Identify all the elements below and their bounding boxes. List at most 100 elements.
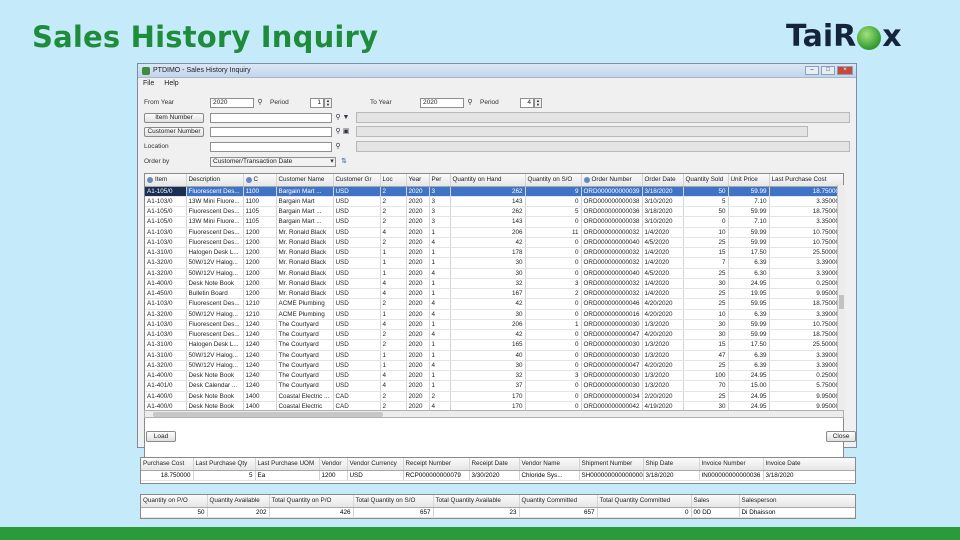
col-header[interactable]: Vendor Currency [347, 458, 404, 471]
col-header[interactable]: Invoice Date [763, 458, 855, 471]
col-header[interactable]: Quantity Available [207, 495, 270, 508]
table-cell[interactable]: 2 [380, 391, 407, 402]
totals-grid[interactable]: Quantity on P/O Quantity Available Total Q… [140, 494, 856, 519]
table-cell[interactable]: USD [333, 288, 381, 300]
table-cell[interactable]: 2020 [406, 216, 430, 228]
table-cell[interactable]: ORD000000000036 [581, 206, 643, 218]
table-cell[interactable]: USD [333, 350, 381, 361]
table-cell[interactable]: A1-105/0 [145, 216, 187, 228]
table-cell[interactable]: 10.750000 [769, 237, 843, 249]
table-cell[interactable]: 4 [380, 288, 407, 300]
table-cell[interactable]: 3/18/2020 [763, 470, 855, 481]
table-cell[interactable]: 1240 [243, 329, 277, 341]
table-cell[interactable]: 3/18/2020 [642, 206, 684, 218]
table-cell[interactable]: 0 [525, 247, 582, 259]
table-cell[interactable]: 1 [429, 227, 451, 238]
table-cell[interactable]: 17.50 [728, 247, 770, 259]
col-header[interactable]: Invoice Number [699, 458, 764, 471]
table-cell[interactable]: 0 [525, 350, 582, 361]
table-cell[interactable]: 4/20/2020 [642, 360, 684, 372]
table-cell[interactable]: 17.50 [728, 339, 770, 351]
table-cell[interactable]: 0 [525, 329, 582, 341]
table-cell[interactable]: 4 [429, 309, 451, 320]
table-cell[interactable]: USD [333, 247, 381, 259]
table-cell[interactable]: 657 [519, 507, 598, 518]
table-cell[interactable]: SH000000000000000 [579, 470, 644, 481]
table-cell[interactable]: 1/4/2020 [642, 247, 684, 259]
close-window-button[interactable]: × [837, 66, 853, 75]
table-cell[interactable]: Coastal Electric ... [276, 391, 334, 402]
table-cell[interactable]: USD [333, 186, 381, 197]
table-cell[interactable]: 1210 [243, 309, 277, 320]
table-cell[interactable]: 24.95 [728, 370, 770, 382]
col-header[interactable]: Last Purchase UOM [255, 458, 320, 471]
filter-icon[interactable]: ▼ [342, 114, 350, 122]
table-cell[interactable]: USD [333, 196, 381, 208]
scroll-thumb[interactable] [839, 295, 844, 309]
table-cell[interactable]: The Courtyard [276, 350, 334, 361]
table-cell[interactable]: 50W/12V Halog... [186, 309, 244, 320]
table-cell[interactable]: 25 [683, 391, 729, 402]
table-row[interactable]: A1-400/0 Desk Note Book 1200 Mr. Ronald Bla… [145, 278, 843, 290]
table-row[interactable]: A1-103/0 Fluorescent Des... 1240 The Courty… [145, 329, 843, 341]
table-cell[interactable]: 40 [450, 350, 526, 361]
sales-history-grid[interactable]: Item Description C Customer Name Custome… [144, 173, 844, 471]
table-cell[interactable]: 1200 [243, 247, 277, 259]
table-cell[interactable]: The Courtyard [276, 319, 334, 331]
table-cell[interactable]: ORD000000000038 [581, 196, 643, 208]
table-cell[interactable]: 32 [450, 278, 526, 290]
col-header[interactable]: Customer Gr [333, 174, 381, 187]
table-cell[interactable]: 00 DD [691, 507, 740, 518]
table-cell[interactable]: 5.750000 [769, 380, 843, 392]
customer-number-button[interactable]: Customer Number [144, 126, 204, 137]
table-cell[interactable]: Fluorescent Des... [186, 319, 244, 331]
table-cell[interactable]: 1 [380, 257, 407, 269]
table-cell[interactable]: 2 [380, 216, 407, 228]
table-cell[interactable]: USD [333, 227, 381, 238]
table-row[interactable]: A1-320/0 50W/12V Halog... 1240 The Courtyar… [145, 360, 843, 372]
table-cell[interactable]: 2020 [406, 247, 430, 259]
table-cell[interactable]: 262 [450, 186, 526, 197]
table-cell[interactable]: 3.350000 [769, 196, 843, 208]
table-cell[interactable]: 1 [429, 380, 451, 392]
col-header[interactable]: Customer Name [276, 174, 334, 187]
table-cell[interactable]: USD [333, 339, 381, 351]
col-header[interactable]: Receipt Date [469, 458, 520, 471]
table-cell[interactable]: Fluorescent Des... [186, 237, 244, 249]
table-cell[interactable]: USD [333, 309, 381, 320]
table-cell[interactable]: 3 [525, 278, 582, 290]
location-input[interactable] [210, 141, 332, 152]
table-cell[interactable]: 167 [450, 288, 526, 300]
table-cell[interactable]: 4 [429, 329, 451, 341]
table-cell[interactable]: 1 [380, 247, 407, 259]
table-cell[interactable]: 426 [269, 507, 354, 518]
table-cell[interactable]: 3 [429, 206, 451, 218]
table-row[interactable]: A1-320/0 50W/12V Halog... 1200 Mr. Ronald B… [145, 268, 843, 279]
table-cell[interactable]: 2020 [406, 186, 430, 197]
table-cell[interactable]: 1210 [243, 298, 277, 310]
table-cell[interactable]: Fluorescent Des... [186, 329, 244, 341]
table-cell[interactable]: A1-320/0 [145, 268, 187, 279]
table-cell[interactable]: 1/4/2020 [642, 257, 684, 269]
table-cell[interactable]: ACME Plumbing [276, 309, 334, 320]
table-cell[interactable]: 24.95 [728, 278, 770, 290]
table-cell[interactable]: USD [333, 206, 381, 218]
table-cell[interactable]: 42 [450, 298, 526, 310]
table-cell[interactable]: 30 [450, 268, 526, 279]
table-cell[interactable]: Fluorescent Des... [186, 206, 244, 218]
col-header[interactable]: Quantity on S/O [525, 174, 582, 187]
table-cell[interactable]: 4/20/2020 [642, 298, 684, 310]
col-header[interactable]: Last Purchase Qty [193, 458, 256, 471]
table-cell[interactable]: 50W/12V Halog... [186, 360, 244, 372]
search-icon[interactable]: ⚲ [334, 128, 342, 136]
to-year-input[interactable]: 2020 [420, 97, 464, 108]
table-cell[interactable]: 42 [450, 237, 526, 249]
table-cell[interactable]: 59.99 [728, 206, 770, 218]
grid-vertical-scrollbar[interactable] [837, 185, 845, 410]
table-cell[interactable]: 1 [380, 268, 407, 279]
table-cell[interactable]: 23 [433, 507, 520, 518]
table-cell[interactable]: USD [333, 257, 381, 269]
table-cell[interactable]: USD [333, 329, 381, 341]
col-header[interactable]: Last Purchase Cost [769, 174, 843, 187]
table-cell[interactable]: 0 [525, 380, 582, 392]
